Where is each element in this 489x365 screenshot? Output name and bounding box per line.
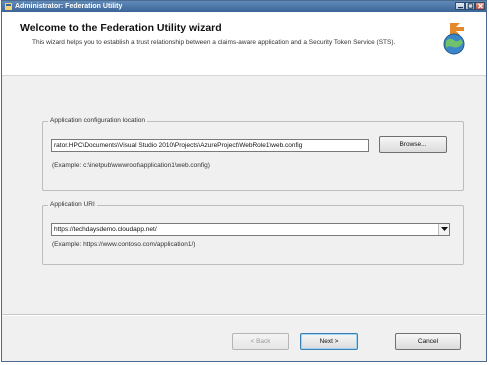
app-uri-group: Application URI https://techdaysdemo.clo… (42, 201, 464, 265)
close-button[interactable] (475, 2, 485, 10)
browse-button[interactable]: Browse... (379, 136, 447, 153)
maximize-button[interactable] (465, 2, 475, 10)
maximize-icon (467, 3, 474, 9)
app-uri-dropdown[interactable]: https://techdaysdemo.cloudapp.net/ (51, 223, 450, 236)
app-config-path-input[interactable]: rator.HPC\Documents\Visual Studio 2010\P… (51, 139, 369, 152)
app-uri-legend: Application URI (48, 201, 97, 208)
title-bar[interactable]: Administrator: Federation Utility (2, 1, 486, 12)
app-config-group: Application configuration location rator… (42, 117, 464, 191)
minimize-button[interactable] (455, 2, 465, 10)
app-uri-value: https://techdaysdemo.cloudapp.net/ (54, 226, 157, 233)
dropdown-arrow-icon (441, 227, 448, 231)
federation-utility-window: Administrator: Federation Utility Welcom… (1, 0, 487, 362)
app-config-legend: Application configuration location (48, 117, 148, 124)
app-uri-example: (Example: https://www.contoso.com/applic… (52, 241, 196, 248)
close-icon (478, 3, 483, 9)
wizard-description: This wizard helps you to establish a tru… (32, 39, 396, 46)
footer-divider (2, 314, 486, 316)
wizard-globe-icon (443, 23, 465, 55)
next-button[interactable]: Next > (300, 333, 358, 350)
app-uri-dropdown-toggle[interactable] (438, 224, 449, 235)
wizard-header: Welcome to the Federation Utility wizard… (2, 12, 486, 76)
window-title: Administrator: Federation Utility (15, 3, 123, 10)
wizard-title: Welcome to the Federation Utility wizard (20, 22, 222, 34)
cancel-button[interactable]: Cancel (395, 333, 461, 350)
back-button[interactable]: < Back (232, 333, 289, 350)
window-app-icon (5, 3, 12, 10)
minimize-icon (458, 7, 463, 9)
app-config-example: (Example: c:\inetpub\wwwroot\application… (52, 162, 210, 169)
